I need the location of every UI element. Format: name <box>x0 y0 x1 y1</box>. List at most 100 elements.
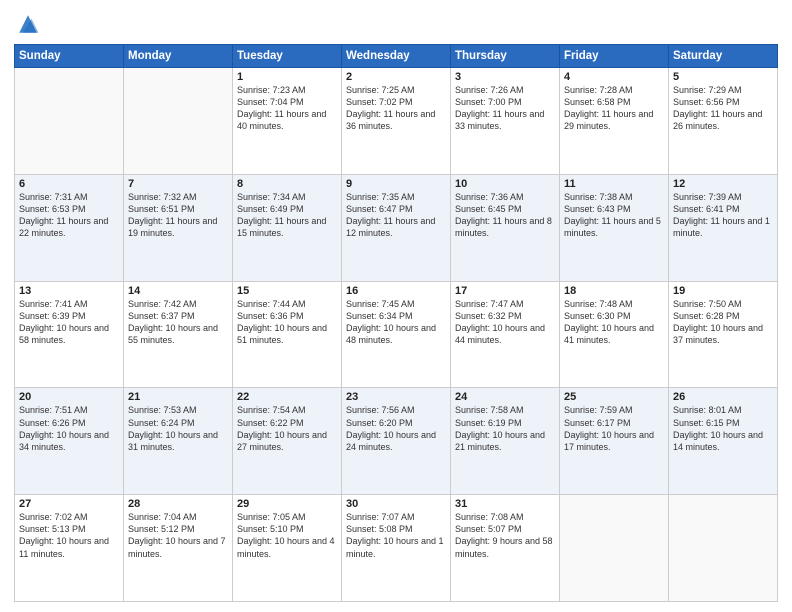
day-number: 4 <box>564 71 664 83</box>
calendar-cell: 30Sunrise: 7:07 AM Sunset: 5:08 PM Dayli… <box>342 495 451 602</box>
day-info: Sunrise: 7:56 AM Sunset: 6:20 PM Dayligh… <box>346 404 446 453</box>
day-info: Sunrise: 7:53 AM Sunset: 6:24 PM Dayligh… <box>128 404 228 453</box>
calendar-cell: 20Sunrise: 7:51 AM Sunset: 6:26 PM Dayli… <box>15 388 124 495</box>
day-info: Sunrise: 7:47 AM Sunset: 6:32 PM Dayligh… <box>455 298 555 347</box>
week-row-4: 20Sunrise: 7:51 AM Sunset: 6:26 PM Dayli… <box>15 388 778 495</box>
calendar-cell <box>560 495 669 602</box>
day-number: 7 <box>128 178 228 190</box>
day-info: Sunrise: 7:35 AM Sunset: 6:47 PM Dayligh… <box>346 191 446 240</box>
day-info: Sunrise: 7:08 AM Sunset: 5:07 PM Dayligh… <box>455 511 555 560</box>
calendar-cell: 18Sunrise: 7:48 AM Sunset: 6:30 PM Dayli… <box>560 281 669 388</box>
calendar-cell: 23Sunrise: 7:56 AM Sunset: 6:20 PM Dayli… <box>342 388 451 495</box>
day-number: 19 <box>673 285 773 297</box>
calendar-cell: 4Sunrise: 7:28 AM Sunset: 6:58 PM Daylig… <box>560 68 669 175</box>
calendar-table: SundayMondayTuesdayWednesdayThursdayFrid… <box>14 44 778 602</box>
day-info: Sunrise: 7:04 AM Sunset: 5:12 PM Dayligh… <box>128 511 228 560</box>
day-info: Sunrise: 7:32 AM Sunset: 6:51 PM Dayligh… <box>128 191 228 240</box>
day-number: 9 <box>346 178 446 190</box>
calendar-cell: 1Sunrise: 7:23 AM Sunset: 7:04 PM Daylig… <box>233 68 342 175</box>
day-info: Sunrise: 7:41 AM Sunset: 6:39 PM Dayligh… <box>19 298 119 347</box>
calendar-cell: 10Sunrise: 7:36 AM Sunset: 6:45 PM Dayli… <box>451 174 560 281</box>
calendar-cell: 11Sunrise: 7:38 AM Sunset: 6:43 PM Dayli… <box>560 174 669 281</box>
day-info: Sunrise: 7:51 AM Sunset: 6:26 PM Dayligh… <box>19 404 119 453</box>
calendar-cell: 13Sunrise: 7:41 AM Sunset: 6:39 PM Dayli… <box>15 281 124 388</box>
calendar-cell: 5Sunrise: 7:29 AM Sunset: 6:56 PM Daylig… <box>669 68 778 175</box>
day-number: 22 <box>237 391 337 403</box>
weekday-header-monday: Monday <box>124 45 233 68</box>
calendar-cell <box>15 68 124 175</box>
calendar-cell: 15Sunrise: 7:44 AM Sunset: 6:36 PM Dayli… <box>233 281 342 388</box>
week-row-2: 6Sunrise: 7:31 AM Sunset: 6:53 PM Daylig… <box>15 174 778 281</box>
calendar-cell <box>124 68 233 175</box>
header <box>14 10 778 38</box>
calendar-cell: 26Sunrise: 8:01 AM Sunset: 6:15 PM Dayli… <box>669 388 778 495</box>
calendar-cell: 16Sunrise: 7:45 AM Sunset: 6:34 PM Dayli… <box>342 281 451 388</box>
weekday-header-saturday: Saturday <box>669 45 778 68</box>
day-info: Sunrise: 7:05 AM Sunset: 5:10 PM Dayligh… <box>237 511 337 560</box>
day-number: 27 <box>19 498 119 510</box>
day-number: 18 <box>564 285 664 297</box>
day-info: Sunrise: 7:25 AM Sunset: 7:02 PM Dayligh… <box>346 84 446 133</box>
day-info: Sunrise: 7:54 AM Sunset: 6:22 PM Dayligh… <box>237 404 337 453</box>
day-number: 20 <box>19 391 119 403</box>
day-number: 28 <box>128 498 228 510</box>
day-number: 24 <box>455 391 555 403</box>
day-info: Sunrise: 7:59 AM Sunset: 6:17 PM Dayligh… <box>564 404 664 453</box>
day-number: 14 <box>128 285 228 297</box>
calendar-cell: 28Sunrise: 7:04 AM Sunset: 5:12 PM Dayli… <box>124 495 233 602</box>
day-number: 31 <box>455 498 555 510</box>
day-number: 25 <box>564 391 664 403</box>
day-number: 12 <box>673 178 773 190</box>
day-info: Sunrise: 7:34 AM Sunset: 6:49 PM Dayligh… <box>237 191 337 240</box>
week-row-3: 13Sunrise: 7:41 AM Sunset: 6:39 PM Dayli… <box>15 281 778 388</box>
day-info: Sunrise: 7:31 AM Sunset: 6:53 PM Dayligh… <box>19 191 119 240</box>
day-number: 6 <box>19 178 119 190</box>
logo-icon <box>14 10 42 38</box>
day-number: 3 <box>455 71 555 83</box>
day-info: Sunrise: 7:28 AM Sunset: 6:58 PM Dayligh… <box>564 84 664 133</box>
day-number: 8 <box>237 178 337 190</box>
day-number: 26 <box>673 391 773 403</box>
calendar-cell: 3Sunrise: 7:26 AM Sunset: 7:00 PM Daylig… <box>451 68 560 175</box>
calendar-cell: 8Sunrise: 7:34 AM Sunset: 6:49 PM Daylig… <box>233 174 342 281</box>
weekday-header-friday: Friday <box>560 45 669 68</box>
logo <box>14 10 44 38</box>
calendar-cell: 21Sunrise: 7:53 AM Sunset: 6:24 PM Dayli… <box>124 388 233 495</box>
day-info: Sunrise: 7:39 AM Sunset: 6:41 PM Dayligh… <box>673 191 773 240</box>
day-number: 10 <box>455 178 555 190</box>
calendar-cell: 24Sunrise: 7:58 AM Sunset: 6:19 PM Dayli… <box>451 388 560 495</box>
day-number: 5 <box>673 71 773 83</box>
week-row-1: 1Sunrise: 7:23 AM Sunset: 7:04 PM Daylig… <box>15 68 778 175</box>
day-info: Sunrise: 7:07 AM Sunset: 5:08 PM Dayligh… <box>346 511 446 560</box>
day-info: Sunrise: 7:45 AM Sunset: 6:34 PM Dayligh… <box>346 298 446 347</box>
weekday-header-wednesday: Wednesday <box>342 45 451 68</box>
calendar-cell: 19Sunrise: 7:50 AM Sunset: 6:28 PM Dayli… <box>669 281 778 388</box>
day-number: 23 <box>346 391 446 403</box>
day-number: 30 <box>346 498 446 510</box>
weekday-header-thursday: Thursday <box>451 45 560 68</box>
weekday-header-row: SundayMondayTuesdayWednesdayThursdayFrid… <box>15 45 778 68</box>
week-row-5: 27Sunrise: 7:02 AM Sunset: 5:13 PM Dayli… <box>15 495 778 602</box>
page: SundayMondayTuesdayWednesdayThursdayFrid… <box>0 0 792 612</box>
calendar-cell: 12Sunrise: 7:39 AM Sunset: 6:41 PM Dayli… <box>669 174 778 281</box>
day-number: 11 <box>564 178 664 190</box>
day-info: Sunrise: 7:50 AM Sunset: 6:28 PM Dayligh… <box>673 298 773 347</box>
day-number: 17 <box>455 285 555 297</box>
day-info: Sunrise: 7:02 AM Sunset: 5:13 PM Dayligh… <box>19 511 119 560</box>
day-info: Sunrise: 7:36 AM Sunset: 6:45 PM Dayligh… <box>455 191 555 240</box>
calendar-cell: 2Sunrise: 7:25 AM Sunset: 7:02 PM Daylig… <box>342 68 451 175</box>
calendar-cell: 7Sunrise: 7:32 AM Sunset: 6:51 PM Daylig… <box>124 174 233 281</box>
calendar-cell: 31Sunrise: 7:08 AM Sunset: 5:07 PM Dayli… <box>451 495 560 602</box>
day-info: Sunrise: 7:29 AM Sunset: 6:56 PM Dayligh… <box>673 84 773 133</box>
calendar-cell: 29Sunrise: 7:05 AM Sunset: 5:10 PM Dayli… <box>233 495 342 602</box>
day-number: 2 <box>346 71 446 83</box>
day-info: Sunrise: 7:23 AM Sunset: 7:04 PM Dayligh… <box>237 84 337 133</box>
day-info: Sunrise: 7:38 AM Sunset: 6:43 PM Dayligh… <box>564 191 664 240</box>
weekday-header-tuesday: Tuesday <box>233 45 342 68</box>
calendar-cell: 25Sunrise: 7:59 AM Sunset: 6:17 PM Dayli… <box>560 388 669 495</box>
calendar-cell: 9Sunrise: 7:35 AM Sunset: 6:47 PM Daylig… <box>342 174 451 281</box>
day-number: 16 <box>346 285 446 297</box>
calendar-cell: 14Sunrise: 7:42 AM Sunset: 6:37 PM Dayli… <box>124 281 233 388</box>
day-info: Sunrise: 8:01 AM Sunset: 6:15 PM Dayligh… <box>673 404 773 453</box>
day-info: Sunrise: 7:26 AM Sunset: 7:00 PM Dayligh… <box>455 84 555 133</box>
